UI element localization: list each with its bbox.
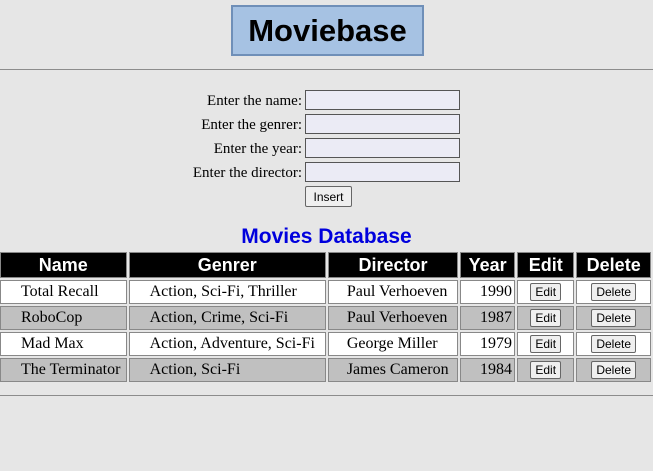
cell-name: The Terminator [0,358,127,382]
cell-director: George Miller [327,332,459,356]
edit-button[interactable]: Edit [530,335,562,354]
year-label: Enter the year: [213,141,302,157]
cell-delete: Delete [576,280,651,304]
table-row: Mad Max Action, Adventure, Sci-Fi George… [0,332,651,356]
column-header-year: Year [460,252,516,278]
table-row: Total Recall Action, Sci-Fi, Thriller Pa… [0,280,651,304]
cell-edit: Edit [517,280,575,304]
cell-delete: Delete [576,358,651,382]
cell-year: 1987 [460,306,516,330]
column-header-name: Name [0,252,127,278]
delete-button[interactable]: Delete [591,309,637,328]
cell-year: 1990 [460,280,516,304]
director-row: Enter the director: [0,162,653,184]
cell-genre: Action, Sci-Fi, Thriller [128,280,326,304]
cell-edit: Edit [517,306,575,330]
database-title: Movies Database [241,225,412,248]
name-input[interactable] [305,90,460,110]
cell-genre: Action, Adventure, Sci-Fi [128,332,326,356]
name-label: Enter the name: [207,93,302,109]
director-input[interactable] [305,162,460,182]
top-divider [0,69,653,70]
bottom-divider [0,395,653,396]
column-header-edit: Edit [517,252,575,278]
cell-delete: Delete [576,332,651,356]
column-header-director: Director [327,252,459,278]
name-row: Enter the name: [0,90,653,112]
edit-button[interactable]: Edit [530,361,562,380]
table-header-row: Name Genrer Director Year Edit Delete [0,252,651,278]
table-row: RoboCop Action, Crime, Sci-Fi Paul Verho… [0,306,651,330]
genre-label: Enter the genrer: [201,117,302,133]
edit-button[interactable]: Edit [530,309,562,328]
cell-year: 1984 [460,358,516,382]
table-row: The Terminator Action, Sci-Fi James Came… [0,358,651,382]
cell-director: Paul Verhoeven [327,306,459,330]
cell-delete: Delete [576,306,651,330]
cell-name: Mad Max [0,332,127,356]
cell-genre: Action, Sci-Fi [128,358,326,382]
cell-edit: Edit [517,332,575,356]
cell-name: RoboCop [0,306,127,330]
cell-director: Paul Verhoeven [327,280,459,304]
column-header-delete: Delete [576,252,651,278]
delete-button[interactable]: Delete [591,283,637,302]
edit-button[interactable]: Edit [530,283,562,302]
genre-input[interactable] [305,114,460,134]
cell-name: Total Recall [0,280,127,304]
year-input[interactable] [305,138,460,158]
director-label: Enter the director: [192,165,302,181]
year-row: Enter the year: [0,138,653,160]
cell-edit: Edit [517,358,575,382]
cell-year: 1979 [460,332,516,356]
cell-director: James Cameron [327,358,459,382]
genre-row: Enter the genrer: [0,114,653,136]
column-header-genre: Genrer [128,252,326,278]
cell-genre: Action, Crime, Sci-Fi [128,306,326,330]
delete-button[interactable]: Delete [591,361,637,380]
movies-table: Name Genrer Director Year Edit Delete To… [0,250,653,384]
delete-button[interactable]: Delete [591,335,637,354]
insert-button[interactable]: Insert [305,186,352,207]
app-title: Moviebase [231,5,424,56]
